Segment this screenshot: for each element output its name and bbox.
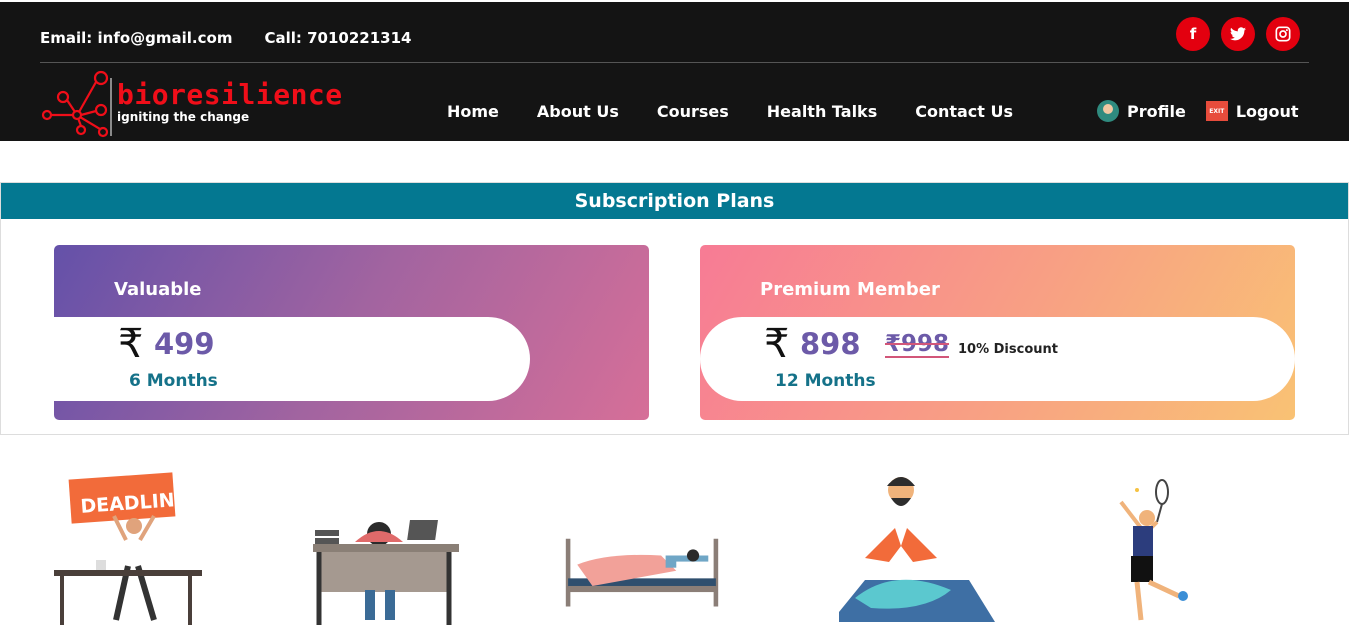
sleeping-in-bed-illustration [565, 538, 719, 607]
nav-contact-us[interactable]: Contact Us [915, 102, 1013, 121]
contact-info: Email: info@gmail.com Call: 7010221314 [40, 29, 411, 47]
plan-card-premium[interactable]: Premium Member ₹ 898 ₹998 10% Discount 1… [700, 245, 1295, 420]
deadline-stress-illustration: DEADLINE [54, 472, 202, 625]
plan-price: 898 [800, 327, 861, 361]
header-divider [40, 62, 1309, 63]
email-text[interactable]: Email: info@gmail.com [40, 29, 232, 47]
plan-duration: 12 Months [775, 371, 876, 391]
plan-name: Premium Member [760, 279, 940, 300]
nav-courses[interactable]: Courses [657, 102, 729, 121]
social-links: f [1176, 17, 1300, 51]
old-price: ₹998 [885, 331, 950, 358]
nav-home[interactable]: Home [447, 102, 499, 121]
twitter-icon[interactable] [1221, 17, 1255, 51]
meditation-illustration [839, 477, 995, 622]
avatar-icon[interactable] [1097, 100, 1119, 122]
instagram-icon[interactable] [1266, 17, 1300, 51]
plan-price: 499 [154, 327, 215, 361]
plan-duration: 6 Months [129, 371, 218, 391]
account-links: Profile EXIT Logout [1097, 100, 1298, 122]
plan-price-pill: ₹ 499 6 Months [54, 317, 530, 401]
plan-price-pill: ₹ 898 ₹998 10% Discount 12 Months [700, 317, 1295, 401]
badminton-player-illustration [1119, 479, 1188, 621]
profile-link[interactable]: Profile [1127, 102, 1186, 121]
nav-health-talks[interactable]: Health Talks [767, 102, 877, 121]
main-nav: Home About Us Courses Health Talks Conta… [447, 102, 1013, 121]
tired-at-desk-illustration [313, 520, 459, 625]
brand-tagline: igniting the change [117, 110, 250, 124]
rupee-icon: ₹ [118, 321, 144, 367]
top-header: Email: info@gmail.com Call: 7010221314 f… [0, 0, 1349, 141]
logout-link[interactable]: Logout [1236, 102, 1299, 121]
subscription-plans-section: Subscription Plans Valuable ₹ 499 6 Mont… [0, 182, 1349, 435]
rupee-icon: ₹ [764, 321, 790, 367]
nav-about-us[interactable]: About Us [537, 102, 619, 121]
brand-name[interactable]: bioresilience [117, 78, 343, 111]
plan-name: Valuable [114, 279, 202, 300]
plan-card-valuable[interactable]: Valuable ₹ 499 6 Months [54, 245, 649, 420]
facebook-icon[interactable]: f [1176, 17, 1210, 51]
phone-text[interactable]: Call: 7010221314 [264, 29, 411, 47]
plans-title: Subscription Plans [1, 183, 1348, 219]
exit-sign-icon[interactable]: EXIT [1205, 101, 1228, 121]
discount-label: 10% Discount [958, 342, 1058, 357]
